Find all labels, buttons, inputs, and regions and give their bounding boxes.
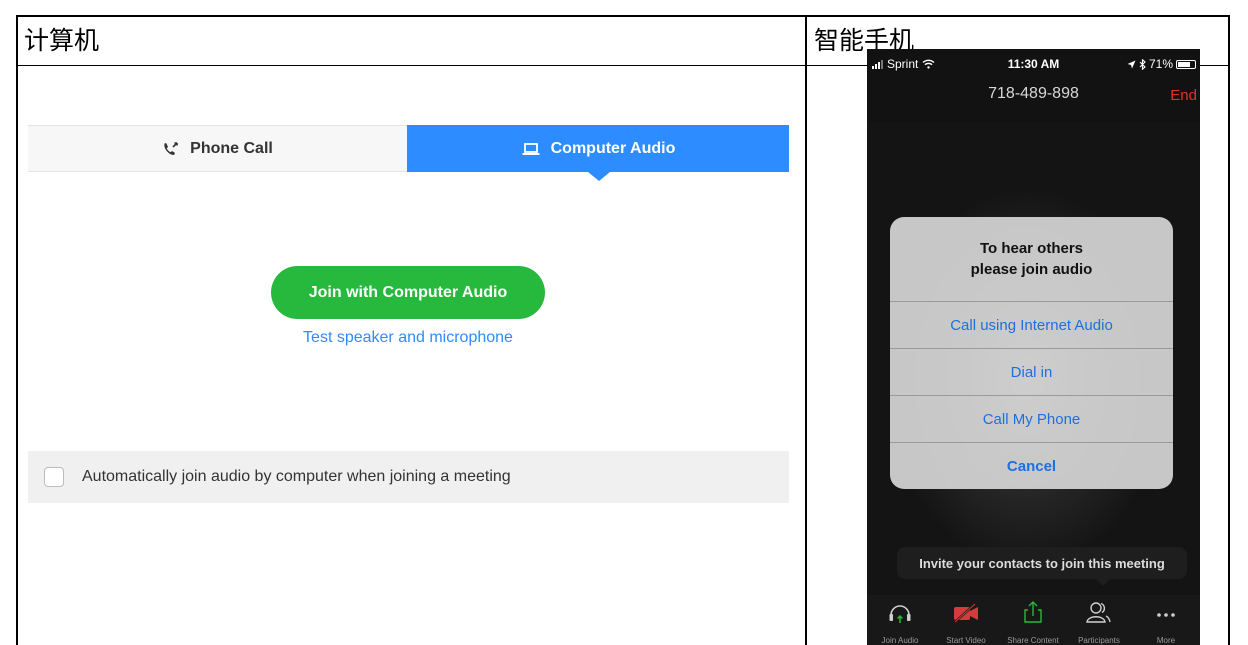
call-my-phone-option[interactable]: Call My Phone [890,395,1173,442]
start-video-button[interactable]: Start Video [933,597,999,645]
header-computer: 计算机 [24,26,100,55]
meeting-toolbar: Join Audio Start Video Share Content Par… [867,595,1200,645]
location-icon [1127,60,1136,68]
tab-phone-call-label: Phone Call [190,139,273,157]
video-off-icon [954,603,978,623]
dialog-title: To hear others please join audio [890,217,1173,301]
smartphone-screen: Sprint 11:30 AM 71% 718-489-898 End To h… [867,49,1200,645]
dialog-title-line2: please join audio [970,261,1093,278]
join-audio-dialog: To hear others please join audio Call us… [890,217,1173,489]
battery-icon [1176,59,1196,69]
share-content-button[interactable]: Share Content [1000,597,1066,645]
headphones-icon [889,605,911,623]
participants-label: Participants [1078,636,1120,645]
phone-icon [162,141,180,157]
invite-tooltip: Invite your contacts to join this meetin… [897,547,1187,579]
more-icon [1157,613,1175,617]
selected-tab-caret [588,172,610,181]
dial-in-option[interactable]: Dial in [890,348,1173,395]
more-button[interactable]: More [1133,597,1199,645]
participants-icon [1086,602,1111,623]
share-icon [1024,601,1042,623]
auto-join-checkbox[interactable] [44,467,64,487]
join-audio-button[interactable]: Join Audio [867,597,933,645]
test-speaker-link[interactable]: Test speaker and microphone [228,329,588,347]
laptop-icon [521,141,541,157]
call-internet-audio-option[interactable]: Call using Internet Audio [890,301,1173,348]
dialog-title-line1: To hear others [979,240,1084,257]
status-bar: Sprint 11:30 AM 71% [867,57,1200,73]
computer-audio-panel: Phone Call Computer Audio Join with Comp… [28,125,789,525]
start-video-label: Start Video [946,636,986,645]
audio-tabs: Phone Call Computer Audio [28,125,789,181]
battery-percent: 71% [1148,57,1173,71]
participants-button[interactable]: Participants [1066,597,1132,645]
meeting-id: 718-489-898 [988,85,1079,102]
tab-computer-audio[interactable]: Computer Audio [407,125,789,172]
tab-phone-call[interactable]: Phone Call [28,125,407,172]
phone-top-bar: Sprint 11:30 AM 71% 718-489-898 End [867,49,1200,122]
end-meeting-button[interactable]: End [1170,87,1197,104]
join-audio-label: Join Audio [881,636,919,645]
auto-join-label: Automatically join audio by computer whe… [82,468,511,485]
column-divider [805,17,807,645]
auto-join-row: Automatically join audio by computer whe… [28,451,789,503]
tab-computer-audio-label: Computer Audio [550,139,676,157]
share-content-label: Share Content [1007,636,1059,645]
join-computer-audio-button[interactable]: Join with Computer Audio [271,266,545,319]
bluetooth-icon [1139,58,1146,70]
cancel-button[interactable]: Cancel [890,442,1173,489]
invite-tooltip-tail [1096,579,1110,586]
status-right: 71% [1127,57,1196,71]
more-label: More [1156,636,1176,645]
